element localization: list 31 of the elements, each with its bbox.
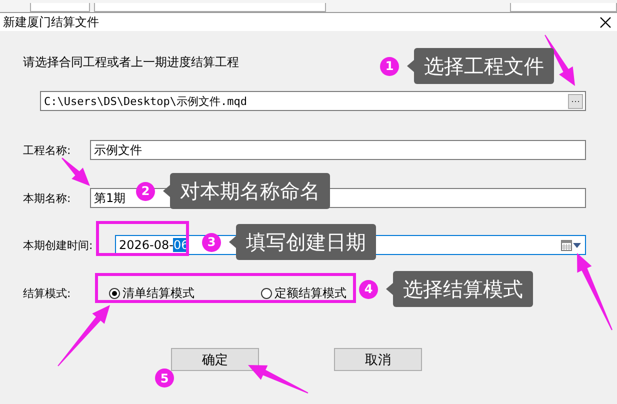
field-label: 工程名称: <box>23 142 71 158</box>
pointer-arrow <box>62 158 90 186</box>
pointer-arrow <box>544 34 575 86</box>
radio-button[interactable] <box>108 288 120 298</box>
text-field[interactable]: 示例文件 <box>90 140 586 160</box>
step-number-badge: 5 <box>155 368 174 388</box>
dialog-button[interactable]: 确定 <box>171 348 259 371</box>
window-title: 新建厦门结算文件 <box>3 14 99 30</box>
pointer-arrow <box>58 305 110 366</box>
radio-option[interactable]: 清单结算模式 <box>108 286 195 300</box>
browse-button[interactable]: ··· <box>568 94 583 108</box>
pointer-arrow <box>248 365 308 394</box>
annotation-tooltip: 选择结算模式 <box>386 271 533 307</box>
close-icon[interactable] <box>600 16 611 28</box>
field-label: 结算模式: <box>23 286 71 300</box>
annotation-tooltip: 对本期名称命名 <box>163 173 330 209</box>
prompt-text: 请选择合同工程或者上一期进度结算工程 <box>23 54 239 71</box>
dialog-button[interactable]: 取消 <box>334 348 422 371</box>
step-number-badge: 2 <box>136 182 155 200</box>
calendar-icon[interactable] <box>561 240 572 250</box>
step-number-badge: 4 <box>359 280 378 298</box>
annotation-tooltip: 填写创建日期 <box>229 224 376 260</box>
radio-button[interactable] <box>260 288 272 298</box>
step-number-badge: 3 <box>202 232 221 252</box>
step-number-badge: 1 <box>380 56 399 76</box>
field-label: 本期名称: <box>23 190 71 206</box>
radio-option[interactable]: 定额结算模式 <box>260 286 347 300</box>
dropdown-caret-icon[interactable] <box>573 242 581 248</box>
field-label: 本期创建时间: <box>23 238 93 252</box>
annotation-tooltip: 选择工程文件 <box>407 48 554 84</box>
path-field[interactable]: C:\Users\DS\Desktop\示例文件.mqd ··· <box>40 91 586 111</box>
